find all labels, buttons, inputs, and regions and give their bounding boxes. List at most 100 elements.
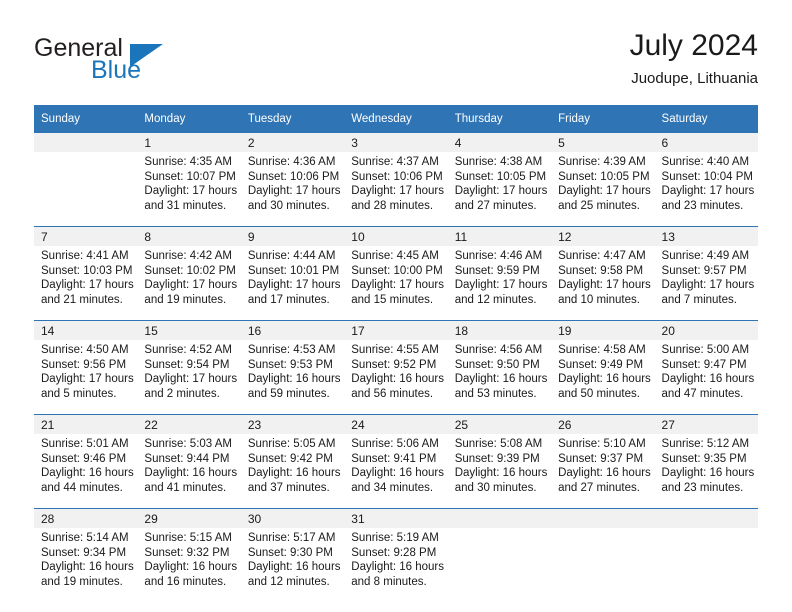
day-info-line: and 19 minutes. [144,293,227,306]
day-number-empty [551,508,655,528]
day-cell[interactable]: Sunrise: 5:10 AM Sunset: 9:37 PM Daylight:… [551,434,655,509]
day-cell[interactable]: Sunrise: 4:37 AM Sunset: 10:06 PM Daylight… [344,152,448,227]
day-info-line: Sunset: 10:05 PM [558,170,650,183]
day-info-line: Sunrise: 5:14 AM [41,532,129,544]
day-cell[interactable]: Sunrise: 4:50 AM Sunset: 9:56 PM Daylight:… [34,340,138,415]
day-cell[interactable]: Sunrise: 4:49 AM Sunset: 9:57 PM Daylight:… [654,246,758,321]
day-info-line: Sunrise: 5:08 AM [454,438,543,450]
day-cell[interactable]: Sunrise: 5:19 AM Sunset: 9:28 PM Daylight:… [344,528,448,602]
day-info-line: Sunrise: 5:10 AM [558,438,646,450]
day-info-line: Sunrise: 4:47 AM [558,250,646,262]
day-info-line: and 10 minutes. [558,293,640,306]
day-number[interactable]: 3 [344,133,448,152]
day-cell[interactable]: Sunrise: 4:45 AM Sunset: 10:00 PM Daylight… [344,246,448,321]
day-number[interactable]: 1 [137,133,241,152]
day-cell[interactable]: Sunrise: 4:58 AM Sunset: 9:49 PM Daylight:… [551,340,655,415]
day-cell[interactable]: Sunrise: 5:17 AM Sunset: 9:30 PM Daylight:… [240,528,345,602]
day-cell[interactable]: Sunrise: 5:14 AM Sunset: 9:34 PM Daylight:… [34,528,138,602]
day-cell[interactable]: Sunrise: 5:01 AM Sunset: 9:46 PM Daylight:… [34,434,138,509]
day-cell[interactable]: Sunrise: 5:05 AM Sunset: 9:42 PM Daylight:… [240,434,345,509]
day-cell[interactable]: Sunrise: 4:44 AM Sunset: 10:01 PM Daylight… [240,246,345,321]
day-info-line: Daylight: 17 hours [558,185,651,198]
day-info-line: Daylight: 16 hours [661,373,755,386]
day-number[interactable]: 11 [447,226,552,246]
day-number[interactable]: 22 [137,414,241,434]
day-number[interactable]: 9 [240,226,345,246]
day-cell[interactable]: Sunrise: 5:08 AM Sunset: 9:39 PM Daylight:… [447,434,552,509]
day-number[interactable]: 28 [34,508,138,528]
day-cell[interactable]: Sunrise: 5:06 AM Sunset: 9:41 PM Daylight:… [344,434,448,509]
week-daynumber-row: 14 15 16 17 18 19 20 [34,320,758,340]
day-cell[interactable]: Sunrise: 4:39 AM Sunset: 10:05 PM Daylight… [551,152,655,227]
day-cell[interactable]: Sunrise: 4:35 AM Sunset: 10:07 PM Daylight… [137,152,241,227]
day-number[interactable]: 17 [344,320,448,340]
day-number[interactable]: 18 [447,320,552,340]
calendar-page: General Blue July 2024 Juodupe, Lithuani… [0,0,792,612]
day-info-line: and 12 minutes. [454,293,537,306]
day-number[interactable]: 4 [447,133,552,152]
day-cell[interactable]: Sunrise: 4:56 AM Sunset: 9:50 PM Daylight:… [447,340,552,415]
day-cell[interactable]: Sunrise: 4:46 AM Sunset: 9:59 PM Daylight:… [447,246,552,321]
day-number[interactable]: 25 [447,414,552,434]
day-info-line: Daylight: 16 hours [454,467,548,480]
page-header: General Blue July 2024 Juodupe, Lithuani… [34,28,758,96]
day-info-line: Sunrise: 5:12 AM [661,438,750,450]
day-number[interactable]: 13 [654,226,758,246]
day-cell[interactable]: Sunrise: 5:03 AM Sunset: 9:44 PM Daylight:… [137,434,241,509]
day-info-line: and 8 minutes. [351,575,427,588]
day-info-line: and 59 minutes. [247,387,330,400]
weekday-header-sunday: Sunday [34,105,138,133]
day-number[interactable]: 12 [551,226,655,246]
day-cell[interactable]: Sunrise: 5:15 AM Sunset: 9:32 PM Daylight:… [137,528,241,602]
day-cell[interactable]: Sunrise: 5:12 AM Sunset: 9:35 PM Daylight:… [654,434,758,509]
day-number[interactable]: 10 [344,226,448,246]
day-number[interactable]: 19 [551,320,655,340]
day-number[interactable]: 23 [240,414,345,434]
day-number[interactable]: 30 [240,508,345,528]
day-number[interactable]: 27 [654,414,758,434]
day-info-line: Daylight: 17 hours [247,279,341,292]
day-info-line: and 25 minutes. [558,199,640,212]
day-number[interactable]: 2 [240,133,345,152]
day-number[interactable]: 8 [137,226,241,246]
day-number[interactable]: 5 [551,133,655,152]
day-info-line: Sunrise: 5:15 AM [144,532,232,544]
day-cell[interactable]: Sunrise: 4:36 AM Sunset: 10:06 PM Daylight… [240,152,345,227]
day-number[interactable]: 31 [344,508,448,528]
day-cell[interactable]: Sunrise: 4:47 AM Sunset: 9:58 PM Daylight:… [551,246,655,321]
day-info-line: Sunset: 9:50 PM [454,358,540,371]
day-number[interactable]: 20 [654,320,758,340]
day-cell[interactable]: Sunrise: 4:52 AM Sunset: 9:54 PM Daylight:… [137,340,241,415]
day-info-line: Daylight: 16 hours [454,373,548,386]
weekday-header-thursday: Thursday [447,105,552,133]
day-number[interactable]: 6 [654,133,758,152]
day-info-line: Sunset: 9:54 PM [144,358,230,371]
day-cell[interactable]: Sunrise: 4:53 AM Sunset: 9:53 PM Daylight:… [240,340,345,415]
week-daynumber-row: 28 29 30 31 [34,508,758,528]
day-info-line: and 34 minutes. [351,481,434,494]
day-info-line: Sunrise: 5:01 AM [41,438,129,450]
day-number[interactable]: 15 [137,320,241,340]
day-cell[interactable]: Sunrise: 5:00 AM Sunset: 9:47 PM Daylight:… [654,340,758,415]
day-info-line: Sunset: 9:28 PM [351,546,437,559]
day-number[interactable]: 26 [551,414,655,434]
day-info-line: and 41 minutes. [144,481,227,494]
day-number[interactable]: 29 [137,508,241,528]
day-number[interactable]: 24 [344,414,448,434]
day-number[interactable]: 21 [34,414,138,434]
day-number-empty [34,133,138,152]
general-blue-logo[interactable]: General Blue [34,34,254,92]
day-cell[interactable]: Sunrise: 4:38 AM Sunset: 10:05 PM Daylight… [447,152,552,227]
day-info-line: Sunset: 10:03 PM [41,264,133,277]
day-info-line: Sunrise: 4:46 AM [454,250,543,262]
day-number[interactable]: 7 [34,226,138,246]
day-info-line: Sunset: 9:32 PM [144,546,230,559]
day-cell[interactable]: Sunrise: 4:42 AM Sunset: 10:02 PM Daylight… [137,246,241,321]
day-cell[interactable]: Sunrise: 4:41 AM Sunset: 10:03 PM Daylight… [34,246,138,321]
day-cell[interactable]: Sunrise: 4:40 AM Sunset: 10:04 PM Daylight… [654,152,758,227]
day-cell[interactable]: Sunrise: 4:55 AM Sunset: 9:52 PM Daylight:… [344,340,448,415]
day-number[interactable]: 16 [240,320,345,340]
week-detail-row: Sunrise: 4:41 AM Sunset: 10:03 PM Daylight… [34,246,758,321]
day-info-line: Sunset: 9:52 PM [351,358,437,371]
day-number[interactable]: 14 [34,320,138,340]
